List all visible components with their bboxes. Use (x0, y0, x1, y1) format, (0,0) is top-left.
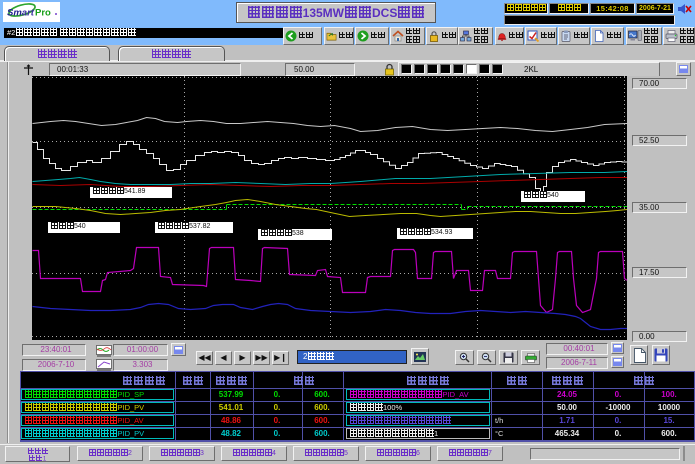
svg-text:Smart: Smart (7, 8, 35, 19)
svg-text:Pro: Pro (35, 8, 51, 19)
